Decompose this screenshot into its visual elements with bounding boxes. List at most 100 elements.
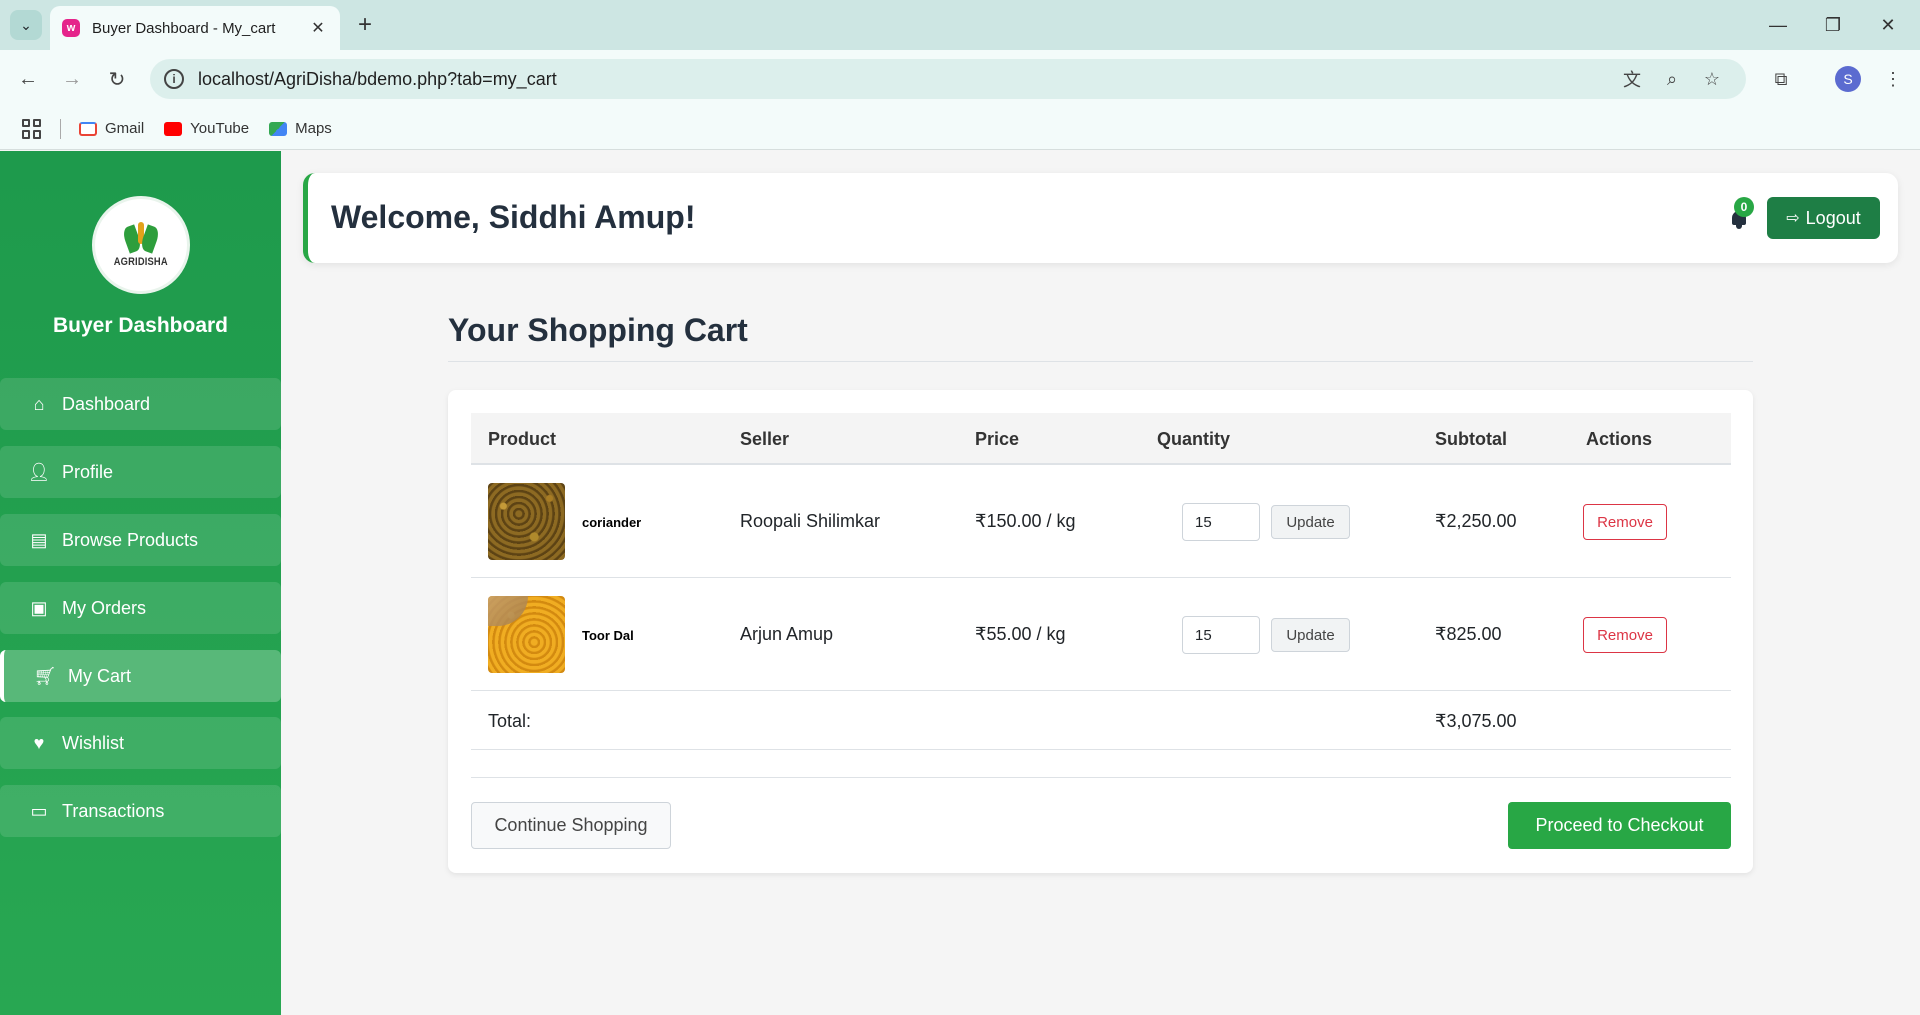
bookmark-label: Maps: [295, 120, 332, 137]
browser-tab[interactable]: w Buyer Dashboard - My_cart ✕: [50, 6, 340, 50]
home-icon: ⌂: [33, 393, 45, 414]
logout-label: Logout: [1805, 207, 1861, 228]
subtotal: ₹2,250.00: [1435, 511, 1517, 531]
extensions-icon[interactable]: ⧉: [1766, 64, 1796, 94]
sidebar-item-label: Wishlist: [62, 732, 124, 753]
site-info-icon[interactable]: i: [164, 69, 184, 89]
quantity-input[interactable]: 15: [1182, 503, 1260, 541]
dashboard-header: Welcome, Siddhi Amup! 0 ⇨ Logout: [303, 173, 1898, 263]
column-header-product: Product: [488, 429, 557, 449]
url-text[interactable]: localhost/AgriDisha/bdemo.php?tab=my_car…: [198, 69, 1612, 90]
product-image-coriander: [488, 483, 565, 560]
forward-button[interactable]: →: [57, 64, 87, 94]
sidebar-item-label: Profile: [62, 461, 114, 482]
table-row: coriander Roopali Shilimkar ₹150.00 / kg…: [471, 465, 1731, 578]
product-name: coriander: [582, 515, 642, 530]
agridisha-logo: AGRIDISHA: [92, 196, 190, 294]
translate-icon[interactable]: 文: [1612, 64, 1652, 94]
sidebar-item-label: My Orders: [62, 597, 147, 618]
address-bar[interactable]: i localhost/AgriDisha/bdemo.php?tab=my_c…: [150, 59, 1746, 99]
page-title: Your Shopping Cart: [448, 312, 748, 348]
sidebar-item-wishlist[interactable]: ♥ Wishlist: [0, 717, 281, 769]
remove-button[interactable]: Remove: [1583, 617, 1667, 653]
seller-name: Arjun Amup: [740, 624, 834, 644]
close-window-button[interactable]: ✕: [1870, 10, 1906, 40]
bookmark-gmail[interactable]: Gmail: [79, 120, 144, 137]
sidebar-item-my-cart[interactable]: 🛒︎ My Cart: [0, 650, 281, 702]
subtotal: ₹825.00: [1435, 624, 1502, 644]
apps-grid-icon[interactable]: [22, 118, 42, 139]
zoom-icon[interactable]: ⌕: [1652, 64, 1692, 94]
column-header-quantity: Quantity: [1157, 429, 1231, 449]
close-tab-icon[interactable]: ✕: [308, 18, 328, 38]
column-header-actions: Actions: [1586, 429, 1653, 449]
column-header-price: Price: [975, 429, 1020, 449]
seller-name: Roopali Shilimkar: [740, 511, 881, 531]
heart-icon: ♥: [33, 732, 45, 753]
product-image-toor-dal: [488, 596, 565, 673]
bookmark-maps[interactable]: Maps: [269, 120, 332, 137]
reload-button[interactable]: ↻: [102, 64, 132, 94]
box-icon: ▣: [30, 597, 48, 618]
footer-divider: [471, 777, 1731, 778]
cart-card: Product Seller Price Quantity Subtotal A…: [448, 390, 1753, 873]
quantity-input[interactable]: 15: [1182, 616, 1260, 654]
sidebar-item-label: Transactions: [62, 800, 165, 821]
minimize-button[interactable]: —: [1760, 10, 1796, 40]
logout-button[interactable]: ⇨ Logout: [1767, 197, 1880, 239]
cart-icon: 🛒︎: [33, 665, 57, 686]
credit-card-icon: ▭: [30, 800, 48, 821]
bookmark-star-icon[interactable]: ☆: [1692, 64, 1732, 94]
sidebar-item-transactions[interactable]: ▭ Transactions: [0, 785, 281, 837]
continue-shopping-button[interactable]: Continue Shopping: [471, 802, 671, 849]
profile-avatar[interactable]: S: [1835, 66, 1861, 92]
logo-text: AGRIDISHA: [113, 256, 169, 268]
update-button[interactable]: Update: [1271, 505, 1350, 539]
unit-price: ₹150.00 / kg: [975, 511, 1076, 531]
total-value: ₹3,075.00: [1435, 711, 1517, 731]
maps-icon: [269, 121, 288, 136]
sidebar-item-label: Browse Products: [62, 529, 199, 550]
restore-button[interactable]: ❐: [1815, 10, 1851, 40]
remove-button[interactable]: Remove: [1583, 504, 1667, 540]
sidebar-item-profile[interactable]: 👤︎ Profile: [0, 446, 281, 498]
sidebar-title: Buyer Dashboard: [52, 314, 229, 337]
total-row: Total: ₹3,075.00: [471, 691, 1731, 750]
site-favicon-icon: w: [62, 19, 80, 37]
bookmark-separator: [60, 118, 61, 139]
bookmark-label: Gmail: [105, 120, 145, 137]
bookmark-youtube[interactable]: YouTube: [164, 120, 249, 137]
product-name: Toor Dal: [582, 628, 634, 643]
sidebar-item-browse-products[interactable]: ▤ Browse Products: [0, 514, 281, 566]
new-tab-button[interactable]: +: [352, 12, 378, 38]
leaf-logo-icon: [121, 222, 161, 256]
more-menu-icon[interactable]: ⋮: [1878, 64, 1908, 94]
store-icon: ▤: [30, 529, 48, 550]
notification-badge: 0: [1734, 197, 1754, 217]
browser-toolbar: ← → ↻ i localhost/AgriDisha/bdemo.php?ta…: [0, 50, 1920, 108]
sidebar-item-dashboard[interactable]: ⌂ Dashboard: [0, 378, 281, 430]
back-button[interactable]: ←: [13, 64, 43, 94]
proceed-to-checkout-button[interactable]: Proceed to Checkout: [1508, 802, 1731, 849]
gmail-icon: [79, 121, 97, 136]
sidebar-item-label: Dashboard: [62, 393, 151, 414]
tab-title: Buyer Dashboard - My_cart: [92, 19, 276, 37]
bookmark-label: YouTube: [190, 120, 250, 137]
youtube-icon: [164, 121, 183, 136]
sidebar: AGRIDISHA Buyer Dashboard ⌂ Dashboard 👤︎…: [0, 151, 281, 1015]
user-icon: 👤︎: [27, 461, 51, 482]
update-button[interactable]: Update: [1271, 618, 1350, 652]
unit-price: ₹55.00 / kg: [975, 624, 1066, 644]
title-divider: [448, 361, 1753, 362]
column-header-subtotal: Subtotal: [1435, 429, 1507, 449]
browser-tabbar: ⌄ w Buyer Dashboard - My_cart ✕ + — ❐ ✕: [0, 0, 1920, 50]
welcome-heading: Welcome, Siddhi Amup!: [331, 199, 696, 235]
sidebar-item-my-orders[interactable]: ▣ My Orders: [0, 582, 281, 634]
bookmarks-bar: Gmail YouTube Maps: [0, 108, 1920, 150]
tab-search-menu-button[interactable]: ⌄: [10, 10, 42, 40]
column-header-seller: Seller: [740, 429, 790, 449]
sign-out-icon: ⇨: [1786, 210, 1800, 227]
total-label: Total:: [488, 711, 532, 731]
sidebar-item-label: My Cart: [68, 665, 131, 686]
cart-table-header: Product Seller Price Quantity Subtotal A…: [471, 413, 1731, 465]
